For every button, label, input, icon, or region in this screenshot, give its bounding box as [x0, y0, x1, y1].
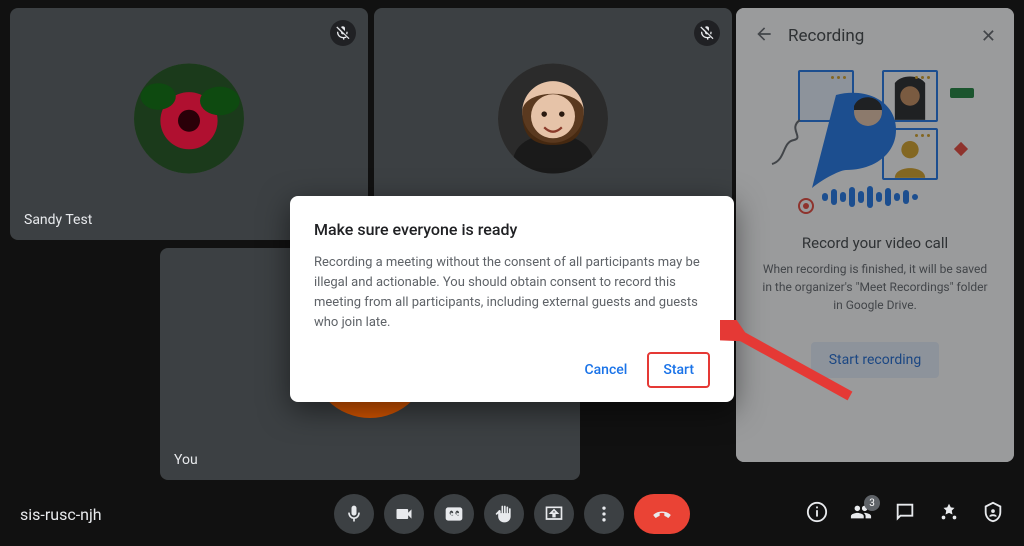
- consent-dialog: Make sure everyone is ready Recording a …: [290, 196, 734, 402]
- avatar: [498, 64, 608, 174]
- meeting-details-button[interactable]: [806, 501, 828, 527]
- participant-name: Sandy Test: [24, 212, 92, 228]
- mic-muted-icon: [694, 20, 720, 46]
- start-button[interactable]: Start: [647, 352, 710, 388]
- panel-description: When recording is finished, it will be s…: [754, 260, 996, 314]
- dialog-body: Recording a meeting without the consent …: [314, 253, 710, 334]
- more-options-button[interactable]: [584, 494, 624, 534]
- dialog-title: Make sure everyone is ready: [314, 220, 710, 239]
- self-label: You: [174, 452, 198, 468]
- raise-hand-button[interactable]: [484, 494, 524, 534]
- activities-button[interactable]: [938, 501, 960, 527]
- host-controls-button[interactable]: [982, 501, 1004, 527]
- present-button[interactable]: [534, 494, 574, 534]
- mic-button[interactable]: [334, 494, 374, 534]
- close-icon[interactable]: ✕: [981, 26, 996, 47]
- bottom-bar: sis-rusc-njh 3: [0, 482, 1024, 546]
- back-icon[interactable]: [754, 24, 774, 48]
- captions-button[interactable]: [434, 494, 474, 534]
- panel-heading: Record your video call: [754, 234, 996, 252]
- mic-muted-icon: [330, 20, 356, 46]
- camera-button[interactable]: [384, 494, 424, 534]
- people-button[interactable]: 3: [850, 501, 872, 527]
- cancel-button[interactable]: Cancel: [571, 352, 642, 388]
- chat-button[interactable]: [894, 501, 916, 527]
- recording-panel: Recording ✕ Record your video call When …: [736, 8, 1014, 462]
- panel-title: Recording: [788, 26, 967, 46]
- recording-illustration: [770, 70, 980, 220]
- meeting-code: sis-rusc-njh: [20, 505, 102, 524]
- participant-count-badge: 3: [864, 495, 880, 511]
- leave-call-button[interactable]: [634, 494, 690, 534]
- start-recording-button[interactable]: Start recording: [811, 342, 940, 378]
- avatar: [134, 64, 244, 174]
